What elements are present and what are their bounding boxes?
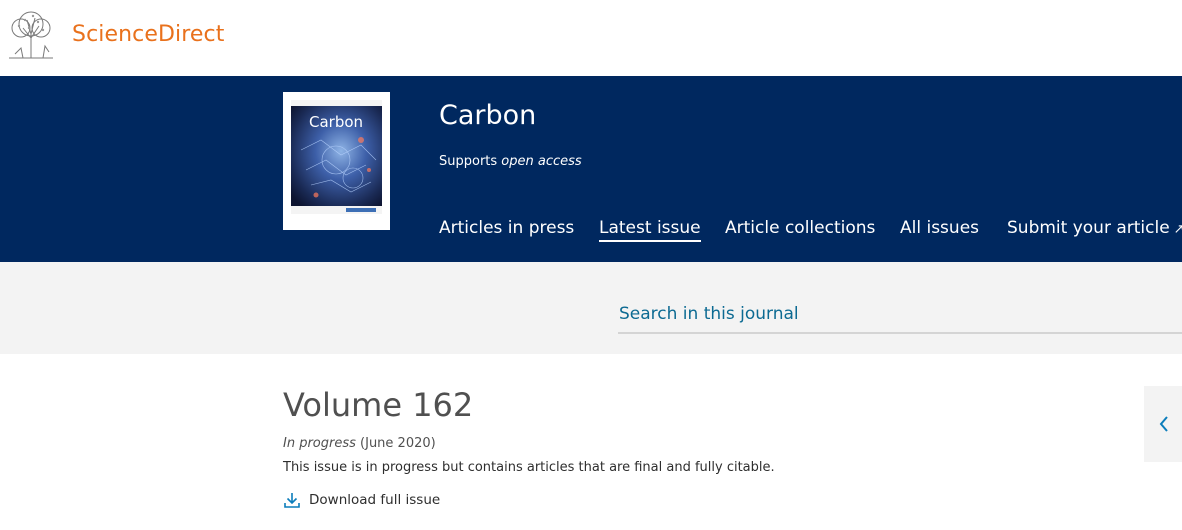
chevron-left-icon (1159, 416, 1168, 432)
previous-issue-tab[interactable] (1144, 386, 1182, 462)
nav-article-collections[interactable]: Article collections (725, 218, 875, 238)
nav-submit-article[interactable]: Submit your article ↗ (1007, 218, 1182, 238)
download-full-issue-button[interactable]: Download full issue (283, 491, 440, 509)
volume-title: Volume 162 (283, 386, 474, 424)
issue-status: In progress (June 2020) (283, 436, 436, 451)
nav-latest-issue[interactable]: Latest issue (599, 218, 701, 242)
oa-prefix: Supports (439, 154, 502, 169)
open-access-line: Supports open access (439, 154, 582, 169)
top-bar: ScienceDirect (0, 0, 1182, 76)
issue-description: This issue is in progress but contains a… (283, 460, 775, 475)
journal-banner (0, 76, 1182, 262)
download-label: Download full issue (309, 492, 441, 508)
journal-search-input[interactable] (618, 296, 1182, 334)
cover-image: Carbon (291, 100, 382, 214)
status-label: In progress (283, 436, 356, 451)
nav-articles-in-press[interactable]: Articles in press (439, 218, 574, 238)
oa-text[interactable]: open access (501, 154, 581, 169)
elsevier-tree-icon[interactable] (3, 8, 59, 62)
download-icon (284, 493, 300, 508)
svg-text:Carbon: Carbon (309, 113, 363, 131)
brand-name[interactable]: ScienceDirect (72, 22, 224, 47)
journal-title[interactable]: Carbon (439, 100, 536, 131)
nav-submit-label: Submit your article (1007, 218, 1170, 238)
external-link-icon: ↗ (1173, 222, 1182, 237)
issue-date: (June 2020) (355, 436, 436, 451)
journal-cover[interactable]: Carbon (283, 92, 390, 230)
nav-all-issues[interactable]: All issues (900, 218, 979, 238)
